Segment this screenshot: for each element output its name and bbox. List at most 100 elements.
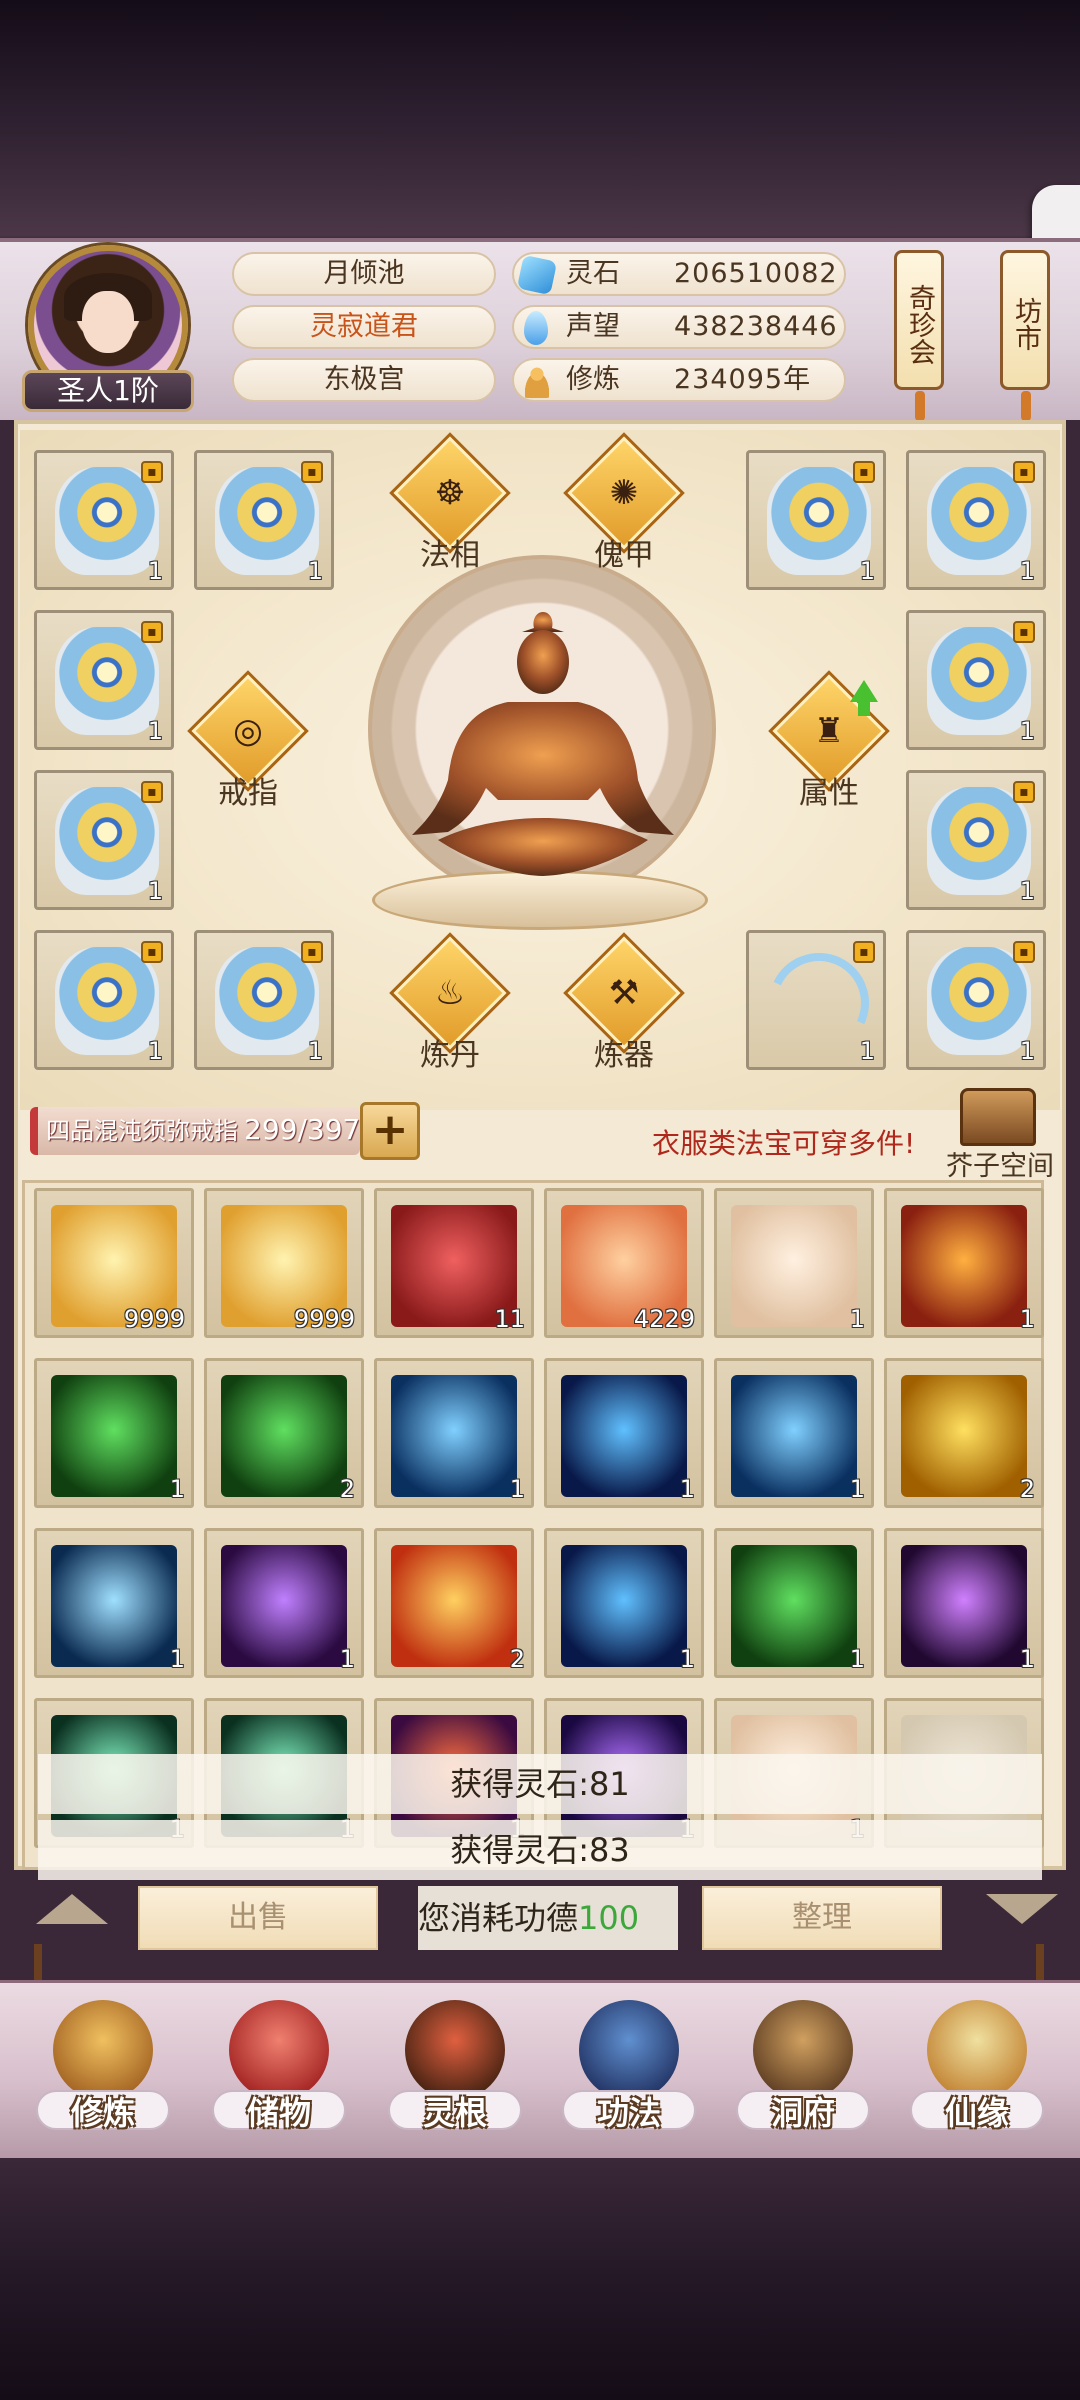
parchment-icon [731,1205,857,1327]
blue-wolf-skill-icon [731,1375,857,1497]
prestige-crystal-icon [524,311,548,345]
cultivation-icon [53,2000,153,2100]
inventory-slot[interactable]: 2 [204,1358,364,1508]
robe-artifact-icon [55,467,159,575]
storage-space-label[interactable]: 芥子空间 [946,1144,1054,1183]
green-beast-skill-icon [731,1545,857,1667]
inventory-slot[interactable]: 1 [884,1528,1044,1678]
gourd-icon [927,2000,1027,2100]
lock-icon: ▪ [1013,461,1035,483]
lock-icon: ▪ [853,461,875,483]
equip-slot[interactable]: ▪ 1 [906,770,1046,910]
fire-burst-skill-icon [391,1545,517,1667]
inventory-slot[interactable]: 1 [544,1528,704,1678]
forging-anvil-icon: ⚒ [608,973,640,1013]
inventory-slot[interactable]: 2 [374,1528,534,1678]
robe-artifact-icon [215,467,319,575]
inventory-slot[interactable]: 1 [374,1358,534,1508]
inventory-slot[interactable]: 1 [714,1188,874,1338]
equip-slot[interactable]: ▪ 1 [194,450,334,590]
nav-label: 仙缘 [944,2094,1009,2132]
equip-slot[interactable]: ▪ 1 [34,930,174,1070]
page-up-arrow-icon[interactable] [36,1894,108,1924]
puppet-armor-icon: ✺ [609,473,639,513]
attribute-icon: ♜ [813,711,845,751]
inventory-slot[interactable]: 9999 [204,1188,364,1338]
inventory-slot[interactable]: 1 [714,1358,874,1508]
item-count: 1 [679,1645,695,1673]
robe-artifact-icon [927,947,1031,1055]
lock-icon: ▪ [301,941,323,963]
nav-label: 洞府 [770,2094,835,2132]
equip-slot[interactable]: ▪ 1 [34,770,174,910]
equip-slot[interactable]: ▪ 1 [906,930,1046,1070]
inventory-slot[interactable]: 1 [34,1528,194,1678]
golden-dragon-skill-icon [901,1375,1027,1497]
lock-icon: ▪ [1013,781,1035,803]
equip-slot[interactable]: ▪ 1 [194,930,334,1070]
nav-item-storage-bag[interactable]: 储物 [194,1990,364,2158]
stat-prestige: 声望 438238446 [512,305,846,349]
inventory-slot[interactable]: 1 [884,1188,1044,1338]
alchemy-label: 炼丹 [420,1038,480,1073]
robe-artifact-icon [927,627,1031,735]
player-name: 月倾池 [232,252,496,296]
nav-item-cave-dwelling[interactable]: 洞府 [718,1990,888,2158]
dharma-form-icon: ☸ [434,473,466,513]
nav-item-cultivation[interactable]: 修炼 [18,1990,188,2158]
ring-capacity-bar: 四品混沌须弥戒指 299/397 [30,1107,360,1155]
treasure-fair-button[interactable]: 奇珍会 [894,250,944,421]
lock-icon: ▪ [141,621,163,643]
item-count: 4229 [633,1305,695,1333]
inventory-slot[interactable]: 1 [544,1358,704,1508]
item-count: 2 [1019,1475,1035,1503]
robe-artifact-icon [215,947,319,1055]
equip-slot[interactable]: ▪ 1 [746,450,886,590]
player-sect: 东极宫 [232,358,496,402]
blue-orb-skill-icon [51,1545,177,1667]
inventory-slot[interactable]: 9999 [34,1188,194,1338]
equip-slot[interactable]: ▪ 1 [746,930,886,1070]
robe-artifact-icon [55,947,159,1055]
nav-item-gourd[interactable]: 仙缘 [892,1990,1062,2158]
stat-cultivation: 修炼 234095年 [512,358,846,402]
forging-label: 炼器 [594,1038,654,1073]
expand-capacity-button[interactable]: + [360,1102,420,1160]
item-count: 1 [169,1475,185,1503]
equip-slot[interactable]: ▪ 1 [906,610,1046,750]
toast-message: 获得灵石:83 [38,1820,1042,1880]
nav-label: 灵根 [422,2094,487,2132]
nav-item-technique-book[interactable]: 功法 [544,1990,714,2158]
inventory-slot[interactable]: 11 [374,1188,534,1338]
robe-artifact-icon [767,467,871,575]
lock-icon: ▪ [141,941,163,963]
inventory-slot[interactable]: 2 [884,1358,1044,1508]
item-count: 11 [494,1305,525,1333]
treasure-chest-icon[interactable] [960,1088,1036,1146]
toast-message: 获得灵石:81 [38,1754,1042,1814]
item-count: 1 [849,1305,865,1333]
lock-icon: ▪ [1013,621,1035,643]
inventory-slot[interactable]: 1 [204,1528,364,1678]
sell-button[interactable]: 出售 [138,1886,378,1950]
equip-slot[interactable]: ▪ 1 [34,610,174,750]
inventory-slot[interactable]: 1 [34,1358,194,1508]
equip-slot[interactable]: ▪ 1 [906,450,1046,590]
organize-button[interactable]: 整理 [702,1886,942,1950]
lock-icon: ▪ [1013,941,1035,963]
market-button[interactable]: 坊市 [1000,250,1050,421]
merit-consumed-message: 您消耗功德100 [418,1886,678,1950]
equip-slot[interactable]: ▪ 1 [34,450,174,590]
storage-bag-icon [229,2000,329,2100]
player-title: 灵寂道君 [232,305,496,349]
ring-label: 戒指 [218,776,278,811]
inventory-slot[interactable]: 4229 [544,1188,704,1338]
blue-wolf-skill-icon [391,1375,517,1497]
inventory-slot[interactable]: 1 [714,1528,874,1678]
green-beast-skill-icon [51,1375,177,1497]
nav-item-spirit-root[interactable]: 灵根 [370,1990,540,2158]
page-down-arrow-icon[interactable] [986,1894,1058,1924]
cave-dwelling-icon [753,2000,853,2100]
item-count: 2 [509,1645,525,1673]
item-count: 1 [849,1645,865,1673]
